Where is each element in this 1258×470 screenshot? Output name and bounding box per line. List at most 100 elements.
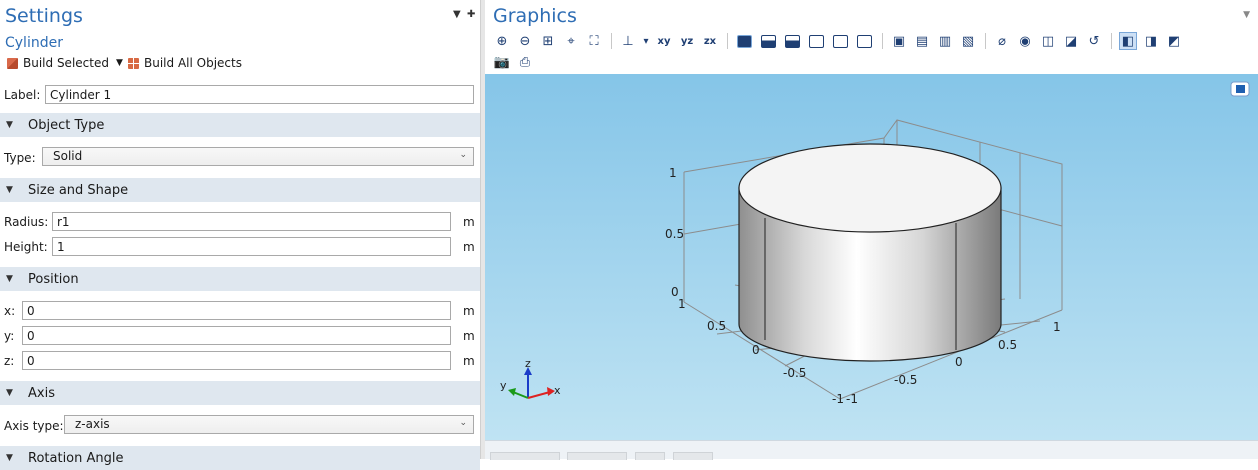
zoom-out-icon[interactable]: ⊖	[516, 32, 534, 50]
select-boundaries-icon[interactable]	[761, 34, 776, 48]
label-caption: Label:	[4, 88, 41, 102]
section-title: Position	[28, 271, 79, 287]
collapse-icon: ▼	[6, 185, 13, 195]
select-objects-icon[interactable]	[833, 34, 848, 48]
chevron-down-icon[interactable]: ▼	[116, 58, 123, 68]
collapse-icon: ▼	[6, 120, 13, 130]
camera-icon[interactable]: 📷	[493, 53, 511, 71]
transparency-icon[interactable]: ◧	[1119, 32, 1137, 50]
show-geometry-icon[interactable]: ◉	[1016, 32, 1034, 50]
build-selected-label: Build Selected	[23, 56, 109, 70]
zx-view-icon[interactable]: zx	[701, 32, 719, 50]
view-all-icon[interactable]: ▥	[936, 32, 954, 50]
x-tick-1: 1	[1053, 320, 1061, 334]
zoom-box-icon[interactable]: ⊞	[539, 32, 557, 50]
y-field[interactable]	[22, 326, 451, 345]
collapse-icon: ▼	[6, 274, 13, 284]
graphics-title: Graphics	[493, 5, 577, 27]
graphics-canvas[interactable]: 1 0.5 0 1 0.5 0 -0.5 -1 1 0.5 0 -0.5 -1	[485, 74, 1258, 440]
settings-subtitle: Cylinder	[5, 35, 63, 51]
z-unit: m	[463, 354, 475, 368]
section-object-type[interactable]: ▼ Object Type	[0, 113, 480, 137]
section-title: Rotation Angle	[28, 450, 124, 466]
settings-panel: Settings ▼ ✚ Cylinder Build Selected ▼ B…	[0, 0, 480, 470]
pin-icon[interactable]: ✚	[467, 9, 475, 20]
graphics-toolbar-2: 📷 ⎙	[493, 53, 539, 71]
zoom-in-icon[interactable]: ⊕	[493, 32, 511, 50]
z-tick-1: 1	[669, 166, 677, 180]
type-caption: Type:	[4, 151, 36, 165]
type-select[interactable]: Solid ⌄	[42, 147, 474, 166]
radius-unit: m	[463, 215, 475, 229]
y-tick-0: 0	[752, 343, 760, 357]
section-title: Axis	[28, 385, 55, 401]
y-caption: y:	[4, 329, 15, 343]
section-size-shape[interactable]: ▼ Size and Shape	[0, 178, 480, 202]
x-caption: x:	[4, 304, 16, 318]
view-cube-icon[interactable]	[1230, 81, 1250, 97]
triad-x-label: x	[554, 384, 561, 397]
height-field[interactable]	[52, 237, 451, 256]
build-selected-button[interactable]: Build Selected ▼	[7, 55, 123, 71]
wireframe-icon[interactable]: ◫	[1039, 32, 1057, 50]
collapse-icon: ▼	[6, 453, 13, 463]
show-icon[interactable]: ▤	[913, 32, 931, 50]
triad-z-label: z	[525, 357, 531, 370]
reset-hiding-icon[interactable]: ▧	[959, 32, 977, 50]
section-rotation-angle[interactable]: ▼ Rotation Angle	[0, 446, 480, 470]
y-tick-1: 1	[678, 297, 686, 311]
cylinder-view: 1 0.5 0 1 0.5 0 -0.5 -1 1 0.5 0 -0.5 -1	[500, 81, 1250, 406]
build-selected-icon	[7, 57, 18, 69]
xy-view-icon[interactable]: xy	[655, 32, 673, 50]
radius-field[interactable]	[52, 212, 451, 231]
zoom-extents-icon[interactable]: ⛶	[585, 32, 603, 50]
label-field[interactable]	[45, 85, 474, 104]
reset-view-icon[interactable]: ↺	[1085, 32, 1103, 50]
render-icon[interactable]: ◪	[1062, 32, 1080, 50]
cylinder-object[interactable]	[738, 143, 1002, 362]
x-tick-minus-0.5: -0.5	[894, 373, 917, 387]
radius-caption: Radius:	[4, 215, 49, 229]
x-tick-minus-1: -1	[846, 392, 858, 406]
build-all-label: Build All Objects	[144, 56, 242, 70]
section-title: Size and Shape	[28, 182, 129, 198]
perspective-icon[interactable]: ◨	[1142, 32, 1160, 50]
graphics-panel: Graphics ▼ ⊕ ⊖ ⊞ ⌖ ⛶ ⊥ ▾ xy yz zx ▣ ▤ ▥ …	[485, 0, 1258, 460]
build-all-icon	[128, 57, 139, 69]
hide-icon[interactable]: ▣	[890, 32, 908, 50]
select-domains-icon[interactable]	[737, 34, 752, 48]
orthographic-icon[interactable]: ◩	[1165, 32, 1183, 50]
collapse-icon: ▼	[6, 388, 13, 398]
chevron-down-icon: ⌄	[459, 150, 467, 160]
height-unit: m	[463, 240, 475, 254]
y-unit: m	[463, 329, 475, 343]
section-axis[interactable]: ▼ Axis	[0, 381, 480, 405]
x-tick-0: 0	[955, 355, 963, 369]
z-caption: z:	[4, 354, 15, 368]
z-field[interactable]	[22, 351, 451, 370]
axis-type-caption: Axis type:	[4, 419, 64, 433]
x-tick-0.5: 0.5	[998, 338, 1017, 352]
yz-view-icon[interactable]: yz	[678, 32, 696, 50]
y-tick-minus-0.5: -0.5	[783, 366, 806, 380]
section-position[interactable]: ▼ Position	[0, 267, 480, 291]
zoom-selected-icon[interactable]: ⌖	[562, 32, 580, 50]
chevron-down-icon[interactable]: ▾	[642, 32, 650, 50]
y-tick-0.5: 0.5	[707, 319, 726, 333]
panel-menu-icon[interactable]: ▼	[1243, 10, 1250, 20]
x-field[interactable]	[22, 301, 451, 320]
chevron-down-icon: ⌄	[459, 418, 467, 428]
select-points-icon[interactable]	[809, 34, 824, 48]
go-to-default-view-icon[interactable]: ⊥	[619, 32, 637, 50]
print-icon[interactable]: ⎙	[516, 53, 534, 71]
y-tick-minus-1: -1	[832, 392, 844, 406]
z-tick-0.5: 0.5	[665, 227, 684, 241]
axis-type-select[interactable]: z-axis ⌄	[64, 415, 474, 434]
triad-y-label: y	[500, 379, 507, 392]
panel-menu-icon[interactable]: ▼	[453, 9, 461, 20]
visibility-icon[interactable]: ⌀	[993, 32, 1011, 50]
build-all-button[interactable]: Build All Objects	[128, 55, 242, 71]
clear-selection-icon[interactable]	[857, 34, 872, 48]
select-edges-icon[interactable]	[785, 34, 800, 48]
height-caption: Height:	[4, 240, 48, 254]
